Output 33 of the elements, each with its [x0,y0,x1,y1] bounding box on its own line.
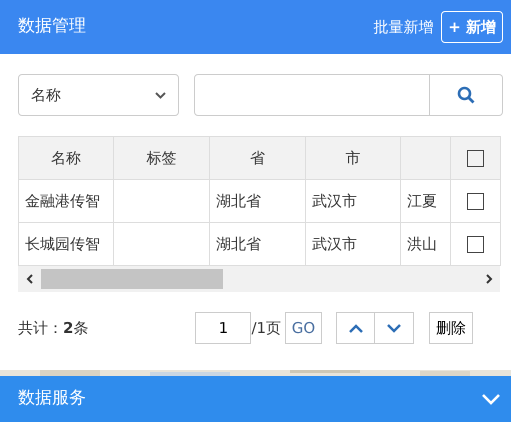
chevron-down-icon [387,324,402,334]
add-button[interactable]: + 新增 [441,10,503,44]
page-input[interactable]: 1 [195,312,252,344]
chevron-down-icon [155,92,166,98]
total-count: 共计：2条 [18,318,88,339]
horizontal-scrollbar[interactable] [18,266,500,292]
panel-title: 数据管理 [18,15,86,38]
table-cell: 江夏 [400,180,450,222]
table-cell: 金融港传智 [18,180,114,222]
checkbox[interactable] [467,193,484,210]
scrollbar-thumb[interactable] [41,269,223,289]
section-header[interactable]: 数据服务 [0,376,511,422]
column-header: 市 [306,136,400,180]
scroll-right-icon[interactable] [484,274,492,284]
go-button[interactable]: GO [284,312,322,344]
search-button[interactable] [430,74,503,116]
field-select[interactable]: 名称 [18,74,180,116]
checkbox[interactable] [467,150,484,168]
table-cell: 湖北省 [210,180,306,222]
table-cell: 武汉市 [306,180,400,222]
scroll-left-icon[interactable] [26,274,34,284]
column-header: 省 [210,136,306,180]
page-up-button[interactable] [336,312,376,344]
checkbox[interactable] [467,236,484,254]
column-header: 标签 [114,136,210,180]
chevron-up-icon [348,324,363,334]
page-down-button[interactable] [375,312,414,344]
delete-button[interactable]: 删除 [429,312,474,344]
search-field[interactable] [194,74,430,116]
search-icon [457,86,475,104]
batch-add-link[interactable]: 批量新增 [374,16,434,38]
column-header: 名称 [18,136,114,180]
page-total: /1页 [251,318,282,339]
